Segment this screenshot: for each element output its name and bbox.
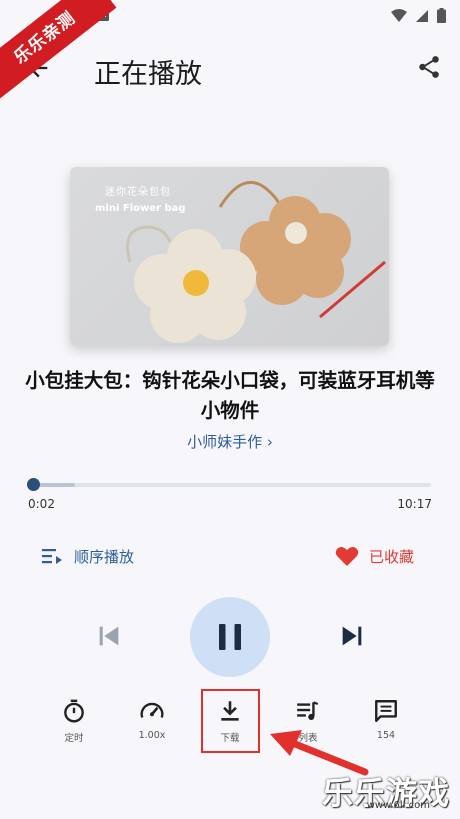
page-title: 正在播放: [94, 59, 202, 90]
battery-icon: [437, 8, 446, 23]
timer-label: 定时: [64, 733, 84, 744]
timer-button[interactable]: 定时: [44, 698, 104, 744]
footer-watermark-url: www.6ll.com: [366, 800, 430, 811]
speed-icon: [140, 702, 164, 718]
author-link[interactable]: 小师妹手作 ›: [0, 431, 460, 452]
comment-icon: [375, 700, 397, 722]
header: 正在播放: [0, 40, 460, 96]
next-track-icon[interactable]: [338, 622, 366, 650]
progress-bar[interactable]: [33, 483, 431, 487]
progress-thumb[interactable]: [27, 478, 40, 491]
cover-image: 迷你花朵包包 mini Flower bag: [70, 167, 389, 346]
favorite-button[interactable]: 已收藏: [335, 545, 414, 567]
play-mode-button[interactable]: 顺序播放: [40, 545, 134, 567]
heart-icon: [335, 547, 359, 566]
timer-icon: [64, 699, 84, 723]
highlight-box: [201, 689, 260, 753]
speed-label: 1.00x: [138, 730, 166, 741]
wifi-icon: [391, 8, 407, 22]
status-icons: [391, 8, 446, 23]
sequential-play-icon: [42, 549, 62, 564]
speed-button[interactable]: 1.00x: [122, 698, 182, 741]
favorite-label: 已收藏: [368, 547, 414, 566]
track-title: 小包挂大包：钩针花朵小口袋，可装蓝牙耳机等小物件: [25, 369, 435, 422]
play-mode-label: 顺序播放: [74, 547, 135, 566]
pause-icon: [219, 624, 241, 650]
time-current: 0:02: [28, 497, 55, 511]
time-total: 10:17: [397, 497, 432, 511]
pause-button[interactable]: [190, 597, 270, 677]
share-icon[interactable]: [416, 54, 442, 80]
crochet-flowers-illustration: [126, 181, 386, 343]
previous-track-icon[interactable]: [95, 622, 123, 650]
signal-icon: [416, 9, 428, 22]
